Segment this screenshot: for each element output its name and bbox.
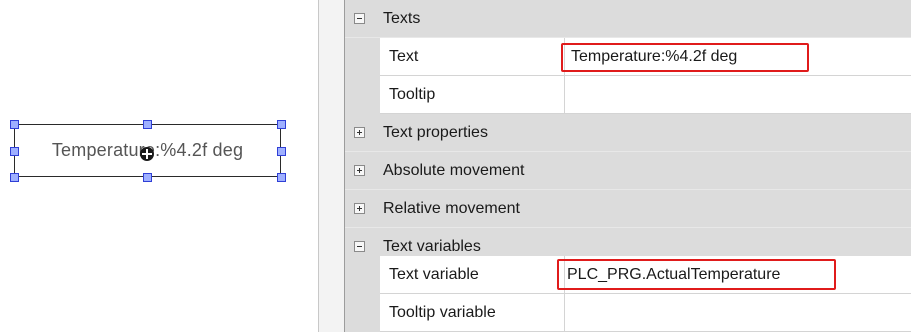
category-label: Absolute movement — [383, 162, 525, 179]
row-indent — [345, 256, 380, 294]
resize-handle-top-right[interactable] — [277, 120, 286, 129]
property-grid-margin — [319, 0, 344, 332]
expand-icon[interactable] — [354, 127, 365, 138]
red-highlight-box — [561, 43, 809, 72]
row-indent — [345, 38, 380, 76]
category-relative-movement[interactable]: Relative movement — [345, 190, 911, 228]
property-grid: Texts Text Temperature:%4.2f deg Tooltip… — [345, 0, 911, 332]
row-indent — [345, 294, 380, 332]
expand-icon[interactable] — [354, 203, 365, 214]
category-text-properties[interactable]: Text properties — [345, 114, 911, 152]
resize-handle-bottom-left[interactable] — [10, 173, 19, 182]
property-value-cell[interactable] — [565, 294, 911, 332]
category-label: Text properties — [383, 124, 488, 141]
resize-handle-middle-left[interactable] — [10, 147, 19, 156]
property-row-tooltip-variable[interactable]: Tooltip variable — [345, 294, 911, 332]
resize-handle-top-left[interactable] — [10, 120, 19, 129]
property-label: Tooltip variable — [389, 304, 496, 321]
resize-handle-bottom-right[interactable] — [277, 173, 286, 182]
row-indent — [345, 76, 380, 114]
resize-handle-top-center[interactable] — [143, 120, 152, 129]
property-label: Text — [389, 48, 419, 65]
collapse-icon[interactable] — [354, 241, 365, 252]
property-label: Tooltip — [389, 86, 436, 103]
resize-handle-middle-right[interactable] — [277, 147, 286, 156]
property-row-tooltip[interactable]: Tooltip — [345, 76, 911, 114]
category-texts[interactable]: Texts — [345, 0, 911, 38]
move-center-icon[interactable] — [140, 147, 154, 161]
visualization-canvas[interactable]: Temperature:%4.2f deg — [0, 0, 318, 332]
tooltip-variable-value[interactable] — [561, 300, 571, 326]
property-row-text[interactable]: Text Temperature:%4.2f deg — [345, 38, 911, 76]
tooltip-value[interactable] — [561, 82, 571, 108]
collapse-icon[interactable] — [354, 13, 365, 24]
category-absolute-movement[interactable]: Absolute movement — [345, 152, 911, 190]
property-value-cell[interactable] — [565, 76, 911, 114]
property-row-text-variable[interactable]: Text variable PLC_PRG.ActualTemperature — [345, 256, 911, 294]
expand-icon[interactable] — [354, 165, 365, 176]
resize-handle-bottom-center[interactable] — [143, 173, 152, 182]
property-grid-right-edge — [911, 0, 918, 332]
category-label: Texts — [383, 10, 421, 27]
red-highlight-box — [557, 259, 836, 290]
property-label: Text variable — [389, 266, 479, 283]
category-label: Relative movement — [383, 200, 520, 217]
